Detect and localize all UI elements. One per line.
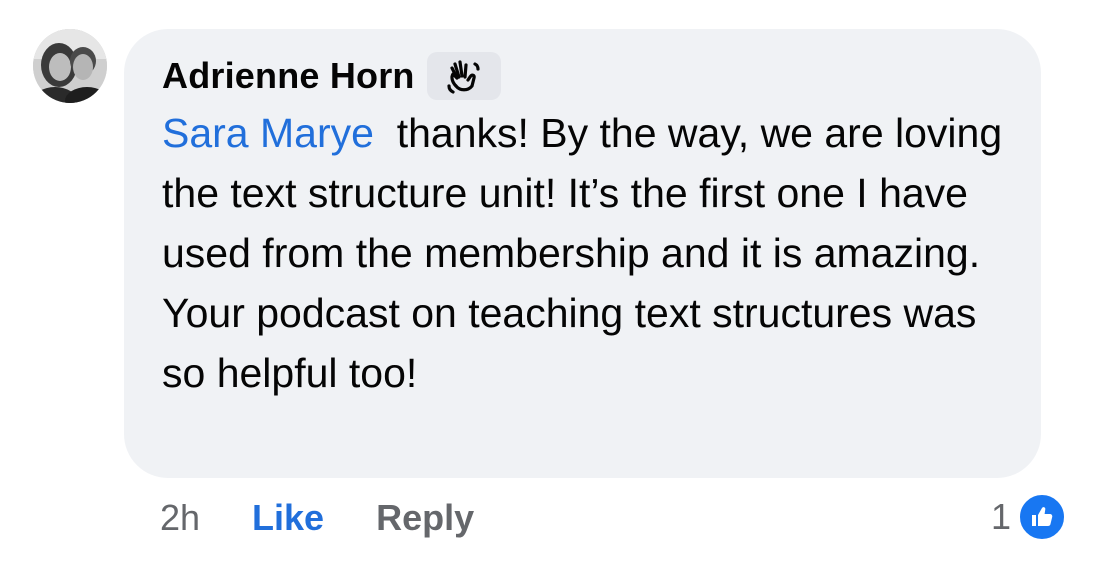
comment-body: Sara Marye thanks! By the way, we are lo…	[162, 103, 1022, 403]
avatar[interactable]	[33, 29, 107, 103]
avatar-photo	[33, 29, 107, 103]
author-name[interactable]: Adrienne Horn	[162, 55, 415, 97]
reaction-summary[interactable]: 1	[991, 490, 1067, 544]
reply-button[interactable]: Reply	[376, 497, 474, 539]
reaction-count: 1	[990, 496, 1011, 537]
timestamp[interactable]: 2h	[160, 497, 200, 539]
comment-actions: 2h Like Reply	[160, 493, 474, 543]
mention-link[interactable]: Sara Marye	[162, 110, 374, 156]
comment-header: Adrienne Horn	[162, 50, 501, 102]
like-reaction-icon	[1017, 492, 1067, 542]
waving-hand-icon[interactable]	[426, 52, 501, 100]
like-button[interactable]: Like	[252, 497, 324, 539]
